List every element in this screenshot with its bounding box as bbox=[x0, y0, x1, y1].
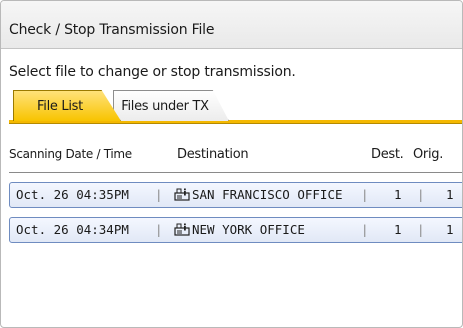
tab-underline-shade bbox=[9, 123, 462, 124]
column-separator: | bbox=[361, 187, 369, 202]
column-header-orig-count: Orig. bbox=[413, 147, 444, 162]
transmission-file-screen: Check / Stop Transmission File Select fi… bbox=[0, 0, 463, 328]
column-header-date: Scanning Date / Time bbox=[9, 147, 132, 161]
row-destination: SAN FRANCISCO OFFICE bbox=[192, 187, 343, 202]
tab-file-list-label: File List bbox=[37, 98, 83, 114]
tab-files-under-tx-label: Files under TX bbox=[121, 98, 209, 114]
page-title: Check / Stop Transmission File bbox=[9, 22, 215, 38]
header-divider bbox=[9, 172, 462, 173]
tab-files-under-tx[interactable]: Files under TX bbox=[113, 90, 229, 121]
column-separator: | bbox=[155, 222, 163, 237]
column-header-destination: Destination bbox=[177, 147, 249, 162]
file-row[interactable]: Oct. 26 04:35PM | SAN FRANCISCO OFFICE |… bbox=[9, 182, 462, 208]
column-separator: | bbox=[361, 222, 369, 237]
row-date: Oct. 26 04:34PM bbox=[16, 222, 129, 237]
row-destination: NEW YORK OFFICE bbox=[192, 222, 305, 237]
fax-icon bbox=[174, 223, 190, 236]
title-bar: Check / Stop Transmission File bbox=[1, 1, 462, 49]
row-dest-count: 1 bbox=[394, 187, 402, 202]
row-dest-count: 1 bbox=[394, 222, 402, 237]
column-header-dest-count: Dest. bbox=[371, 147, 404, 162]
column-headers: Scanning Date / Time Destination Dest. O… bbox=[1, 145, 462, 165]
row-date: Oct. 26 04:35PM bbox=[16, 187, 129, 202]
column-separator: | bbox=[417, 187, 425, 202]
tab-file-list[interactable]: File List bbox=[13, 90, 121, 121]
fax-icon bbox=[174, 188, 190, 201]
row-orig-count: 1 bbox=[446, 222, 454, 237]
tab-bar: Files under TX File List bbox=[1, 90, 462, 128]
row-orig-count: 1 bbox=[446, 187, 454, 202]
file-row[interactable]: Oct. 26 04:34PM | NEW YORK OFFICE | 1 | … bbox=[9, 217, 462, 243]
column-separator: | bbox=[155, 187, 163, 202]
column-separator: | bbox=[417, 222, 425, 237]
instruction-text: Select file to change or stop transmissi… bbox=[9, 64, 296, 80]
